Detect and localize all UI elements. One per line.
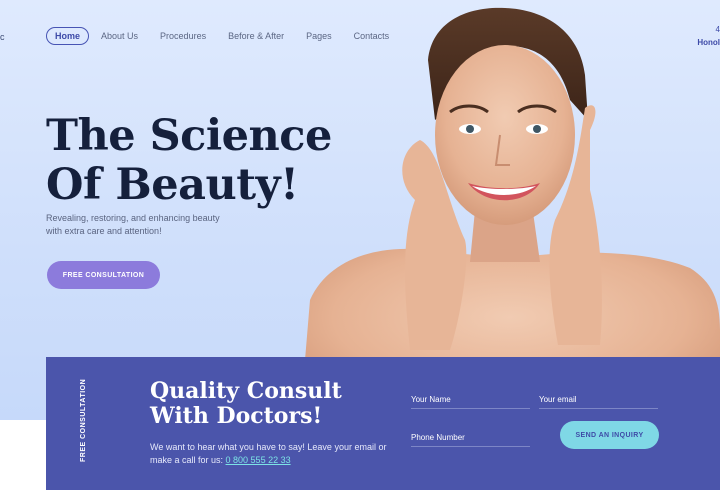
consult-title-line1: Quality Consult [150,378,342,404]
free-consultation-button[interactable]: FREE CONSULTATION [47,261,160,289]
consult-title-line2: With Doctors! [150,403,323,429]
nav-procedures[interactable]: Procedures [160,28,206,44]
consult-panel: FREE CONSULTATION Quality Consult With D… [46,357,720,490]
send-inquiry-button[interactable]: SEND AN INQUIRY [560,421,659,449]
your-email-input[interactable]: Your email [539,395,658,409]
nav-home[interactable]: Home [46,27,90,45]
logo-fragment[interactable]: ic [0,32,5,42]
consult-title: Quality Consult With Doctors! [150,379,342,429]
hero-subtext: Revealing, restoring, and enhancing beau… [46,213,220,236]
nav-about-us[interactable]: About Us [101,28,138,44]
vertical-free-consultation-label: FREE CONSULTATION [80,378,87,462]
your-name-input[interactable]: Your Name [411,395,530,409]
nav-before-after[interactable]: Before & After [228,28,284,44]
phone-number-input[interactable]: Phone Number [411,433,530,447]
consult-text: We want to hear what you have to say! Le… [150,441,390,466]
consult-phone-link[interactable]: 0 800 555 22 33 [226,455,291,465]
